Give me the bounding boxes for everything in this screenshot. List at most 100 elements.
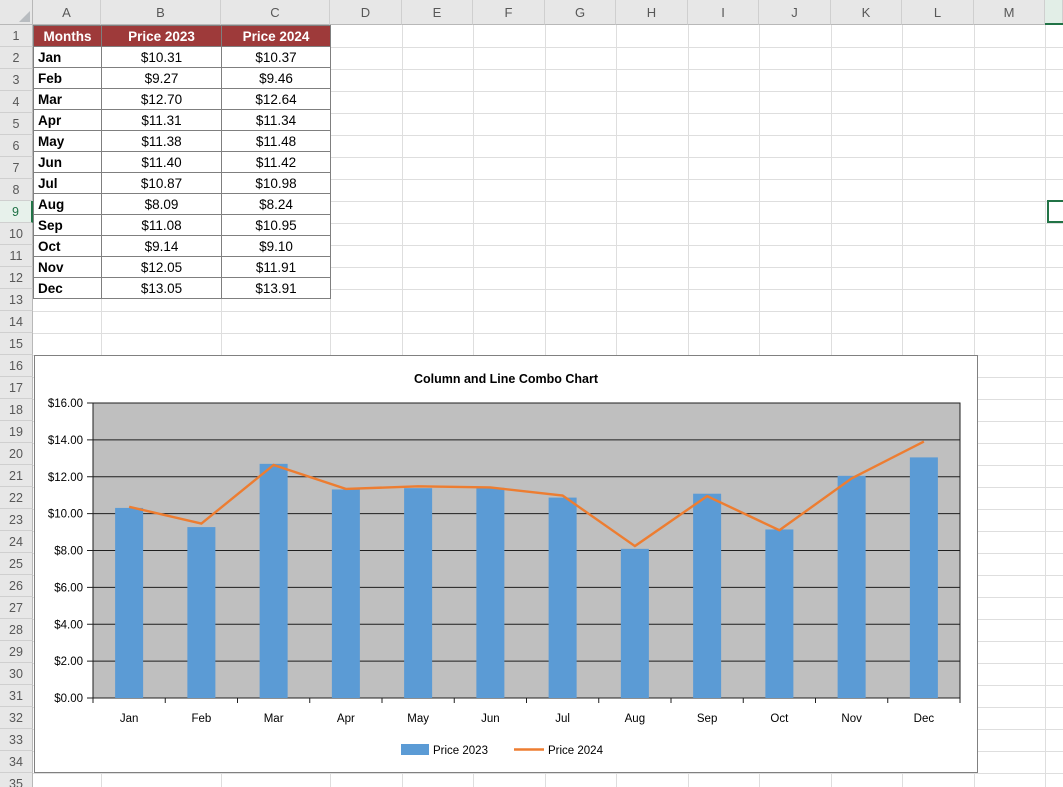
- month-cell[interactable]: Mar: [34, 89, 102, 110]
- select-all-corner[interactable]: [0, 0, 33, 25]
- price-cell[interactable]: $10.87: [102, 173, 222, 194]
- row-header-21[interactable]: 21: [0, 465, 33, 487]
- price-cell[interactable]: $12.64: [222, 89, 331, 110]
- price-cell[interactable]: $11.31: [102, 110, 222, 131]
- price-cell[interactable]: $9.14: [102, 236, 222, 257]
- excel-worksheet: ABCDEFGHIJKLM 12345678910111213141516171…: [0, 0, 1063, 787]
- row-header-2[interactable]: 2: [0, 47, 33, 69]
- row-header-18[interactable]: 18: [0, 399, 33, 421]
- price-cell[interactable]: $9.46: [222, 68, 331, 89]
- row-header-22[interactable]: 22: [0, 487, 33, 509]
- row-header-19[interactable]: 19: [0, 421, 33, 443]
- row-header-34[interactable]: 34: [0, 751, 33, 773]
- row-header-16[interactable]: 16: [0, 355, 33, 377]
- price-cell[interactable]: $10.95: [222, 215, 331, 236]
- column-header-C[interactable]: C: [221, 0, 330, 25]
- column-header-K[interactable]: K: [831, 0, 902, 25]
- price-cell[interactable]: $8.24: [222, 194, 331, 215]
- column-header-J[interactable]: J: [759, 0, 831, 25]
- column-header-I[interactable]: I: [688, 0, 759, 25]
- price-cell[interactable]: $11.34: [222, 110, 331, 131]
- month-cell[interactable]: Feb: [34, 68, 102, 89]
- price-cell[interactable]: $12.70: [102, 89, 222, 110]
- row-header-8[interactable]: 8: [0, 179, 33, 201]
- column-header-B[interactable]: B: [101, 0, 221, 25]
- legend-label-bar: Price 2023: [433, 745, 488, 757]
- table-header-cell[interactable]: Price 2023: [102, 26, 222, 47]
- price-cell[interactable]: $10.31: [102, 47, 222, 68]
- row-header-11[interactable]: 11: [0, 245, 33, 267]
- row-header-4[interactable]: 4: [0, 91, 33, 113]
- row-header-13[interactable]: 13: [0, 289, 33, 311]
- x-axis-label: Aug: [625, 713, 645, 725]
- price-cell[interactable]: $10.37: [222, 47, 331, 68]
- price-cell[interactable]: $11.48: [222, 131, 331, 152]
- bar: [621, 549, 649, 698]
- row-header-24[interactable]: 24: [0, 531, 33, 553]
- row-header-23[interactable]: 23: [0, 509, 33, 531]
- price-cell[interactable]: $12.05: [102, 257, 222, 278]
- row-header-15[interactable]: 15: [0, 333, 33, 355]
- row-header-7[interactable]: 7: [0, 157, 33, 179]
- table-header-cell[interactable]: Months: [34, 26, 102, 47]
- column-header-A[interactable]: A: [33, 0, 101, 25]
- active-cell-selection[interactable]: [1047, 200, 1063, 223]
- combo-chart[interactable]: $16.00$14.00$12.00$10.00$8.00$6.00$4.00$…: [34, 355, 978, 773]
- row-header-17[interactable]: 17: [0, 377, 33, 399]
- row-header-25[interactable]: 25: [0, 553, 33, 575]
- price-cell[interactable]: $13.91: [222, 278, 331, 299]
- row-header-10[interactable]: 10: [0, 223, 33, 245]
- row-header-1[interactable]: 1: [0, 25, 33, 47]
- selected-column-indicator: [1045, 23, 1063, 25]
- price-cell[interactable]: $9.10: [222, 236, 331, 257]
- price-cell[interactable]: $11.08: [102, 215, 222, 236]
- month-cell[interactable]: Aug: [34, 194, 102, 215]
- table-row: Mar$12.70$12.64: [34, 89, 331, 110]
- month-cell[interactable]: Oct: [34, 236, 102, 257]
- row-header-26[interactable]: 26: [0, 575, 33, 597]
- column-header-D[interactable]: D: [330, 0, 402, 25]
- month-cell[interactable]: Dec: [34, 278, 102, 299]
- price-cell[interactable]: $8.09: [102, 194, 222, 215]
- row-header-3[interactable]: 3: [0, 69, 33, 91]
- column-header-partial[interactable]: [1045, 0, 1063, 25]
- column-header-E[interactable]: E: [402, 0, 473, 25]
- month-cell[interactable]: May: [34, 131, 102, 152]
- month-cell[interactable]: Jan: [34, 47, 102, 68]
- month-cell[interactable]: Jul: [34, 173, 102, 194]
- price-cell[interactable]: $9.27: [102, 68, 222, 89]
- row-header-31[interactable]: 31: [0, 685, 33, 707]
- column-header-M[interactable]: M: [974, 0, 1045, 25]
- row-header-6[interactable]: 6: [0, 135, 33, 157]
- month-cell[interactable]: Jun: [34, 152, 102, 173]
- column-header-L[interactable]: L: [902, 0, 974, 25]
- row-header-28[interactable]: 28: [0, 619, 33, 641]
- month-cell[interactable]: Sep: [34, 215, 102, 236]
- row-header-27[interactable]: 27: [0, 597, 33, 619]
- month-cell[interactable]: Apr: [34, 110, 102, 131]
- price-cell[interactable]: $10.98: [222, 173, 331, 194]
- month-cell[interactable]: Nov: [34, 257, 102, 278]
- price-cell[interactable]: $11.91: [222, 257, 331, 278]
- data-table: MonthsPrice 2023Price 2024 Jan$10.31$10.3…: [33, 25, 331, 299]
- column-header-F[interactable]: F: [473, 0, 545, 25]
- price-cell[interactable]: $13.05: [102, 278, 222, 299]
- row-header-29[interactable]: 29: [0, 641, 33, 663]
- row-header-35[interactable]: 35: [0, 773, 33, 787]
- price-cell[interactable]: $11.42: [222, 152, 331, 173]
- row-header-32[interactable]: 32: [0, 707, 33, 729]
- row-header-5[interactable]: 5: [0, 113, 33, 135]
- column-header-H[interactable]: H: [616, 0, 688, 25]
- row-header-9[interactable]: 9: [0, 201, 33, 223]
- row-header-14[interactable]: 14: [0, 311, 33, 333]
- row-header-33[interactable]: 33: [0, 729, 33, 751]
- row-header-12[interactable]: 12: [0, 267, 33, 289]
- table-header-cell[interactable]: Price 2024: [222, 26, 331, 47]
- column-header-G[interactable]: G: [545, 0, 616, 25]
- row-header-20[interactable]: 20: [0, 443, 33, 465]
- price-cell[interactable]: $11.40: [102, 152, 222, 173]
- y-axis-label: $4.00: [54, 619, 83, 631]
- y-axis-label: $10.00: [48, 509, 83, 521]
- row-header-30[interactable]: 30: [0, 663, 33, 685]
- price-cell[interactable]: $11.38: [102, 131, 222, 152]
